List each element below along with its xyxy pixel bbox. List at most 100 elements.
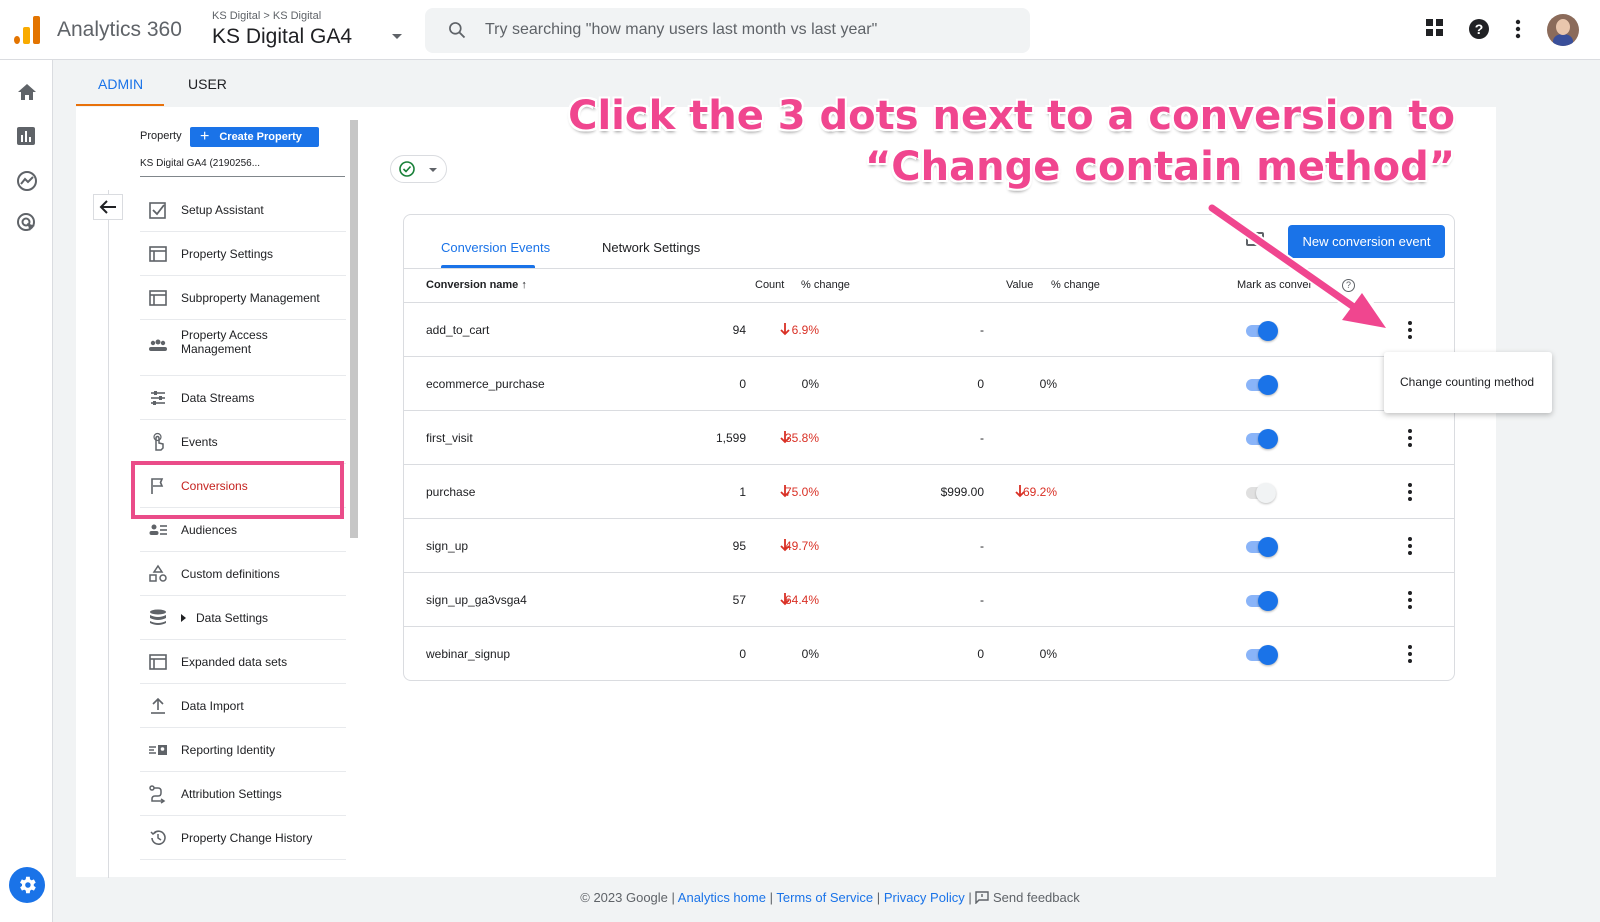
sort-ascending-icon: ↑ xyxy=(521,279,527,291)
chevron-down-icon xyxy=(429,168,437,172)
apps-grid-icon[interactable] xyxy=(1425,18,1445,38)
analytics-home-link[interactable]: Analytics home xyxy=(678,890,766,905)
expand-caret-icon[interactable] xyxy=(181,614,186,622)
privacy-link[interactable]: Privacy Policy xyxy=(884,890,965,905)
nav-label: Subproperty Management xyxy=(181,291,320,305)
conversion-name: purchase xyxy=(426,485,476,499)
active-tab-indicator xyxy=(76,104,164,106)
nav-item-custom-definitions[interactable]: Custom definitions xyxy=(140,552,346,596)
mark-as-conversion-toggle[interactable] xyxy=(1246,481,1278,503)
nav-item-attribution-settings[interactable]: Attribution Settings xyxy=(140,772,346,816)
more-vert-icon[interactable] xyxy=(1400,643,1420,665)
table-row[interactable]: sign_up_ga3vsga4 57 64.4% - xyxy=(404,573,1454,627)
count-change: 49.7% xyxy=(784,539,819,553)
analytics-logo[interactable] xyxy=(14,16,40,44)
top-bar: Analytics 360 KS Digital > KS Digital KS… xyxy=(0,0,1600,60)
nav-item-reporting-identity[interactable]: Reporting Identity xyxy=(140,728,346,772)
more-vert-icon[interactable] xyxy=(1400,481,1420,503)
value-amount: - xyxy=(980,539,984,553)
upload-icon xyxy=(151,697,165,714)
more-vert-icon[interactable] xyxy=(1400,589,1420,611)
column-header-count-change[interactable]: % change xyxy=(801,279,850,291)
tab-user[interactable]: USER xyxy=(188,76,227,92)
nav-label: Expanded data sets xyxy=(181,655,288,669)
table-row[interactable]: sign_up 95 49.7% - xyxy=(404,519,1454,573)
nav-label: Property Access Management xyxy=(181,328,268,356)
property-selector[interactable]: KS Digital GA4 xyxy=(212,25,352,49)
home-icon[interactable] xyxy=(16,82,38,102)
feedback-icon[interactable] xyxy=(975,891,990,907)
nav-label: Property Settings xyxy=(181,247,274,261)
table-row[interactable]: first_visit 1,599 35.8% - xyxy=(404,411,1454,465)
nav-item-property-settings[interactable]: Property Settings xyxy=(140,232,346,276)
table-row[interactable]: ecommerce_purchase 0 0% 0 0% xyxy=(404,357,1454,411)
more-vert-icon[interactable] xyxy=(1400,427,1420,449)
advertising-icon[interactable] xyxy=(16,212,38,234)
value-change: 69.2% xyxy=(1022,485,1057,499)
nav-item-data-settings[interactable]: Data Settings xyxy=(140,596,346,640)
panel-icon xyxy=(149,290,167,306)
search-input[interactable]: Try searching "how many users last month… xyxy=(485,21,877,39)
mark-as-conversion-toggle[interactable] xyxy=(1246,535,1278,557)
chevron-down-icon[interactable] xyxy=(392,34,402,39)
nav-label: Property Change History xyxy=(181,831,313,845)
tab-conversion-events[interactable]: Conversion Events xyxy=(441,240,550,255)
nav-item-data-import[interactable]: Data Import xyxy=(140,684,346,728)
nav-label: Data Streams xyxy=(181,391,255,405)
nav-item-property-change-history[interactable]: Property Change History xyxy=(140,816,346,860)
count-value: 0 xyxy=(739,377,746,391)
avatar[interactable] xyxy=(1547,14,1579,46)
explore-icon[interactable] xyxy=(16,170,38,192)
nav-label: Reporting Identity xyxy=(181,743,276,757)
value-amount: $999.00 xyxy=(940,485,984,499)
footer-separator: | xyxy=(876,890,881,905)
table-row[interactable]: webinar_signup 0 0% 0 0% xyxy=(404,627,1454,681)
send-feedback-link[interactable]: Send feedback xyxy=(993,890,1080,905)
count-value: 57 xyxy=(732,593,746,607)
count-change: 6.9% xyxy=(791,323,819,337)
nav-item-property-access-management[interactable]: Property Access Management xyxy=(140,320,346,376)
nav-label: Setup Assistant xyxy=(181,203,264,217)
column-header-value-change[interactable]: % change xyxy=(1051,279,1100,291)
mark-as-conversion-toggle[interactable] xyxy=(1246,643,1278,665)
footer-separator: | xyxy=(769,890,773,905)
reports-icon[interactable] xyxy=(16,126,36,146)
column-header-name[interactable]: Conversion name ↑ xyxy=(426,279,527,291)
more-vert-icon[interactable] xyxy=(1514,18,1522,40)
status-dropdown[interactable] xyxy=(390,155,447,183)
nav-item-data-streams[interactable]: Data Streams xyxy=(140,376,346,420)
nav-label: Custom definitions xyxy=(181,567,280,581)
property-dropdown[interactable]: KS Digital GA4 (2190256... xyxy=(140,158,345,177)
tab-admin[interactable]: ADMIN xyxy=(98,76,143,92)
database-icon xyxy=(150,609,166,625)
back-button[interactable] xyxy=(93,194,123,220)
breadcrumb-account: KS Digital xyxy=(212,10,261,22)
nav-item-expanded-data-sets[interactable]: Expanded data sets xyxy=(140,640,346,684)
table-row[interactable]: purchase 1 75.0% $999.00 69.2% xyxy=(404,465,1454,519)
mark-as-conversion-toggle[interactable] xyxy=(1246,373,1278,395)
nav-label: Audiences xyxy=(181,523,238,537)
nav-scrollbar[interactable] xyxy=(350,120,358,538)
value-amount: 0 xyxy=(977,377,984,391)
column-header-count[interactable]: Count xyxy=(755,279,784,291)
help-icon[interactable]: ? xyxy=(1468,18,1490,40)
tab-network-settings[interactable]: Network Settings xyxy=(602,240,700,255)
conversion-name: first_visit xyxy=(426,431,473,445)
more-vert-icon[interactable] xyxy=(1400,535,1420,557)
property-label: Property xyxy=(140,130,182,142)
annotation-arrow xyxy=(1206,202,1391,333)
mark-as-conversion-toggle[interactable] xyxy=(1246,589,1278,611)
nav-item-setup-assistant[interactable]: Setup Assistant xyxy=(140,188,346,232)
breadcrumb[interactable]: KS Digital > KS Digital xyxy=(212,10,321,22)
terms-link[interactable]: Terms of Service xyxy=(776,890,873,905)
create-property-button[interactable]: + Create Property xyxy=(190,127,319,147)
column-header-value[interactable]: Value xyxy=(1006,279,1033,291)
search-bar[interactable]: Try searching "how many users last month… xyxy=(425,8,1030,53)
arrow-down-icon xyxy=(780,323,790,336)
nav-item-events[interactable]: Events xyxy=(140,420,346,464)
nav-item-subproperty-management[interactable]: Subproperty Management xyxy=(140,276,346,320)
menu-item-change-counting-method[interactable]: Change counting method xyxy=(1400,375,1534,389)
count-value: 95 xyxy=(732,539,746,553)
more-vert-icon[interactable] xyxy=(1400,319,1420,341)
mark-as-conversion-toggle[interactable] xyxy=(1246,427,1278,449)
